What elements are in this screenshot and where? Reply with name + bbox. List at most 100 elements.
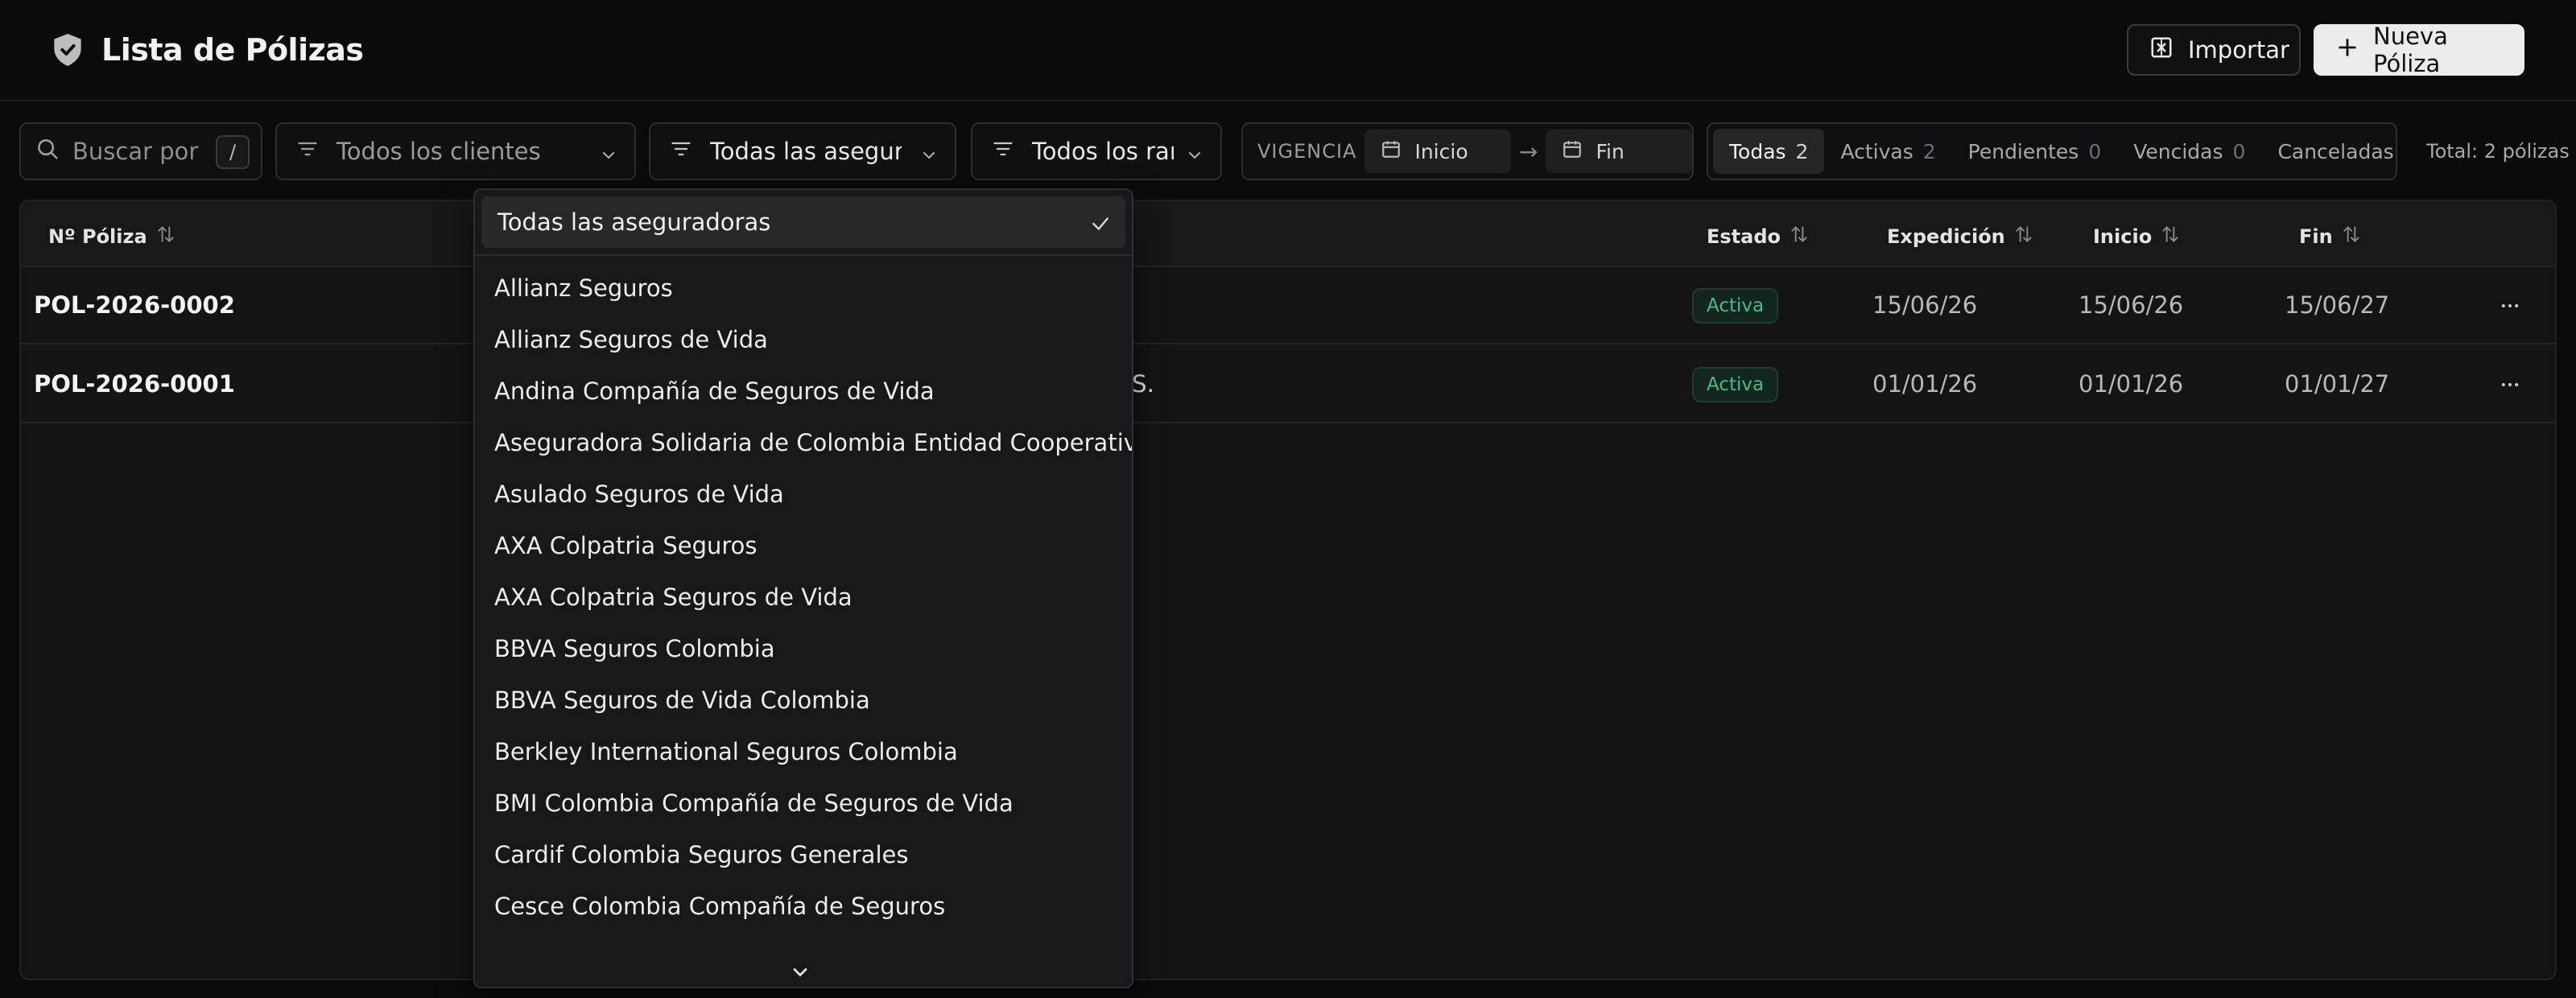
tab-count: 0 bbox=[2232, 139, 2246, 163]
start-date-input[interactable]: Inicio bbox=[1364, 130, 1511, 173]
column-header-fin[interactable]: Fin bbox=[2299, 224, 2362, 250]
tab-count: 2 bbox=[1922, 139, 1936, 163]
plus-icon bbox=[2336, 36, 2359, 64]
start-date: 01/01/26 bbox=[2079, 370, 2184, 398]
spreadsheet-icon bbox=[2149, 35, 2174, 65]
chevron-down-icon bbox=[1185, 143, 1204, 171]
dropdown-option[interactable]: Asulado Seguros de Vida bbox=[475, 468, 1132, 520]
policy-number[interactable]: POL-2026-0002 bbox=[34, 291, 235, 319]
dropdown-option[interactable]: BBVA Seguros Colombia bbox=[475, 623, 1132, 674]
column-label: Fin bbox=[2299, 225, 2333, 248]
dropdown-options-list: Allianz Seguros Allianz Seguros de Vida … bbox=[475, 262, 1132, 932]
table-header: Nº Póliza Estado Expedición Inicio Fin bbox=[21, 201, 2555, 267]
dropdown-option[interactable]: Cesce Colombia Compañía de Seguros bbox=[475, 880, 1132, 932]
tab-canceladas[interactable]: Canceladas 0 bbox=[2261, 129, 2396, 174]
tab-label: Vencidas bbox=[2133, 139, 2223, 163]
sort-icon bbox=[2160, 224, 2181, 250]
more-options-icon[interactable] bbox=[2497, 373, 2523, 399]
tab-activas[interactable]: Activas 2 bbox=[1824, 129, 1951, 174]
issue-date: 01/01/26 bbox=[1872, 370, 1978, 398]
tab-todas[interactable]: Todas 2 bbox=[1713, 129, 1825, 174]
dropdown-option[interactable]: BBVA Seguros de Vida Colombia bbox=[475, 674, 1132, 726]
end-date-input[interactable]: Fin bbox=[1546, 130, 1692, 173]
range-arrow: → bbox=[1519, 138, 1538, 165]
tab-pendientes[interactable]: Pendientes 0 bbox=[1952, 129, 2118, 174]
dropdown-option-label: Todas las aseguradoras bbox=[497, 208, 771, 236]
dropdown-option-selected[interactable]: Todas las aseguradoras bbox=[481, 196, 1125, 248]
search-icon bbox=[35, 137, 60, 167]
scroll-down-chevron-icon[interactable] bbox=[789, 961, 811, 987]
new-policy-button-label: Nueva Póliza bbox=[2373, 23, 2448, 77]
column-label: Inicio bbox=[2093, 225, 2153, 248]
dropdown-option[interactable]: Berkley International Seguros Colombia bbox=[475, 726, 1132, 777]
dropdown-option[interactable]: AXA Colpatria Seguros bbox=[475, 520, 1132, 571]
chevron-down-icon bbox=[919, 143, 939, 171]
page-header: Lista de Pólizas Importar Nueva Póliza bbox=[0, 0, 2576, 101]
policies-table: Nº Póliza Estado Expedición Inicio Fin P… bbox=[19, 200, 2557, 980]
sort-icon bbox=[2013, 224, 2034, 250]
dropdown-option[interactable]: Allianz Seguros de Vida bbox=[475, 314, 1132, 365]
column-label: Estado bbox=[1707, 225, 1781, 248]
table-row[interactable]: POL-2026-0001 S.A.S. Activa 01/01/26 01/… bbox=[21, 346, 2555, 423]
dropdown-option[interactable]: AXA Colpatria Seguros de Vida bbox=[475, 571, 1132, 623]
import-button-label: Importar bbox=[2188, 36, 2289, 64]
dropdown-divider bbox=[475, 254, 1132, 256]
status-badge: Activa bbox=[1692, 288, 1779, 324]
insurers-dropdown-menu: Todas las aseguradoras Allianz Seguros A… bbox=[473, 188, 1133, 988]
filter-icon bbox=[670, 138, 692, 166]
insurers-select[interactable]: Todas las aseguradoras bbox=[649, 122, 956, 180]
tab-label: Canceladas bbox=[2277, 139, 2394, 163]
new-policy-button[interactable]: Nueva Póliza bbox=[2314, 23, 2524, 77]
table-row[interactable]: POL-2026-0002 Activa 15/06/26 15/06/26 1… bbox=[21, 267, 2555, 344]
filter-bar: Buscar por / Todos los clientes Todas la… bbox=[19, 122, 2570, 180]
tab-label: Activas bbox=[1840, 139, 1913, 163]
import-button[interactable]: Importar bbox=[2127, 24, 2301, 76]
end-date: 01/01/27 bbox=[2285, 370, 2390, 398]
filter-icon bbox=[296, 138, 319, 166]
sort-icon bbox=[2341, 224, 2362, 250]
column-header-expedicion[interactable]: Expedición bbox=[1887, 224, 2034, 250]
start-date: 15/06/26 bbox=[2079, 291, 2184, 319]
chevron-down-icon bbox=[599, 143, 618, 171]
dropdown-option[interactable]: Andina Compañía de Seguros de Vida bbox=[475, 365, 1132, 417]
column-header-estado[interactable]: Estado bbox=[1707, 224, 1810, 250]
vigencia-label: VIGENCIA bbox=[1257, 140, 1357, 163]
sort-icon bbox=[1789, 224, 1810, 250]
start-date-label: Inicio bbox=[1414, 139, 1468, 163]
check-icon bbox=[1090, 212, 1111, 240]
status-tabs: Todas 2 Activas 2 Pendientes 0 Vencidas … bbox=[1707, 122, 2397, 180]
vigencia-range: VIGENCIA Inicio → Fin bbox=[1241, 122, 1694, 180]
shield-icon bbox=[52, 32, 84, 68]
search-input[interactable]: Buscar por / bbox=[19, 122, 262, 180]
search-shortcut-key: / bbox=[216, 135, 250, 169]
page-title: Lista de Pólizas bbox=[101, 32, 364, 68]
ramos-select[interactable]: Todos los ramos bbox=[971, 122, 1222, 180]
insurers-select-label: Todas las aseguradoras bbox=[710, 138, 902, 165]
column-header-inicio[interactable]: Inicio bbox=[2093, 224, 2181, 250]
tab-vencidas[interactable]: Vencidas 0 bbox=[2117, 129, 2261, 174]
end-date-label: Fin bbox=[1596, 139, 1624, 163]
clients-select[interactable]: Todos los clientes bbox=[275, 122, 636, 180]
tab-count: 2 bbox=[1795, 139, 1809, 163]
policy-number[interactable]: POL-2026-0001 bbox=[34, 370, 235, 398]
more-options-icon[interactable] bbox=[2497, 295, 2523, 320]
column-header-numero[interactable]: Nº Póliza bbox=[48, 224, 176, 250]
tab-label: Pendientes bbox=[1967, 139, 2079, 163]
dropdown-option[interactable]: Allianz Seguros bbox=[475, 262, 1132, 314]
end-date: 15/06/27 bbox=[2285, 291, 2390, 319]
tab-count: 0 bbox=[2088, 139, 2102, 163]
dropdown-option[interactable]: BMI Colombia Compañía de Seguros de Vida bbox=[475, 777, 1132, 829]
dropdown-option[interactable]: Cardif Colombia Seguros Generales bbox=[475, 829, 1132, 880]
clients-select-label: Todos los clientes bbox=[336, 138, 541, 165]
dropdown-option[interactable]: Aseguradora Solidaria de Colombia Entida… bbox=[475, 417, 1132, 468]
tab-label: Todas bbox=[1729, 139, 1786, 163]
header-actions: Importar Nueva Póliza bbox=[2127, 23, 2524, 77]
calendar-icon bbox=[1562, 138, 1583, 164]
sort-icon bbox=[155, 224, 176, 250]
issue-date: 15/06/26 bbox=[1872, 291, 1978, 319]
header-title-group: Lista de Pólizas bbox=[52, 32, 364, 68]
status-badge: Activa bbox=[1692, 367, 1779, 402]
column-label: Nº Póliza bbox=[48, 225, 147, 248]
total-count: Total: 2 pólizas bbox=[2426, 140, 2570, 163]
column-label: Expedición bbox=[1887, 225, 2005, 248]
